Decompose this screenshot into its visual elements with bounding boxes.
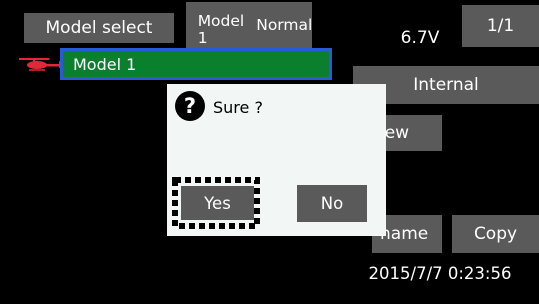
question-icon: ? [174, 90, 206, 122]
page-indicator-button[interactable]: 1/1 [462, 5, 539, 47]
svg-text:?: ? [184, 94, 196, 118]
datetime-display: 2015/7/7 0:23:56 [368, 264, 512, 283]
current-model-type: Normal [256, 15, 313, 34]
helicopter-icon [15, 56, 65, 72]
dialog-message: Sure ? [213, 98, 263, 117]
current-model-name: Model 1 [197, 12, 245, 47]
copy-button[interactable]: Copy [452, 215, 539, 253]
current-model-indicator: Model 1 Normal [186, 2, 312, 48]
yes-button[interactable]: Yes [181, 186, 254, 220]
no-button[interactable]: No [297, 185, 367, 222]
battery-voltage: 6.7V [400, 28, 440, 48]
screen-title: Model select [24, 13, 174, 43]
confirm-dialog: ? Sure ? Yes No [167, 84, 386, 236]
model-list-item-selected[interactable]: Model 1 [60, 48, 332, 80]
